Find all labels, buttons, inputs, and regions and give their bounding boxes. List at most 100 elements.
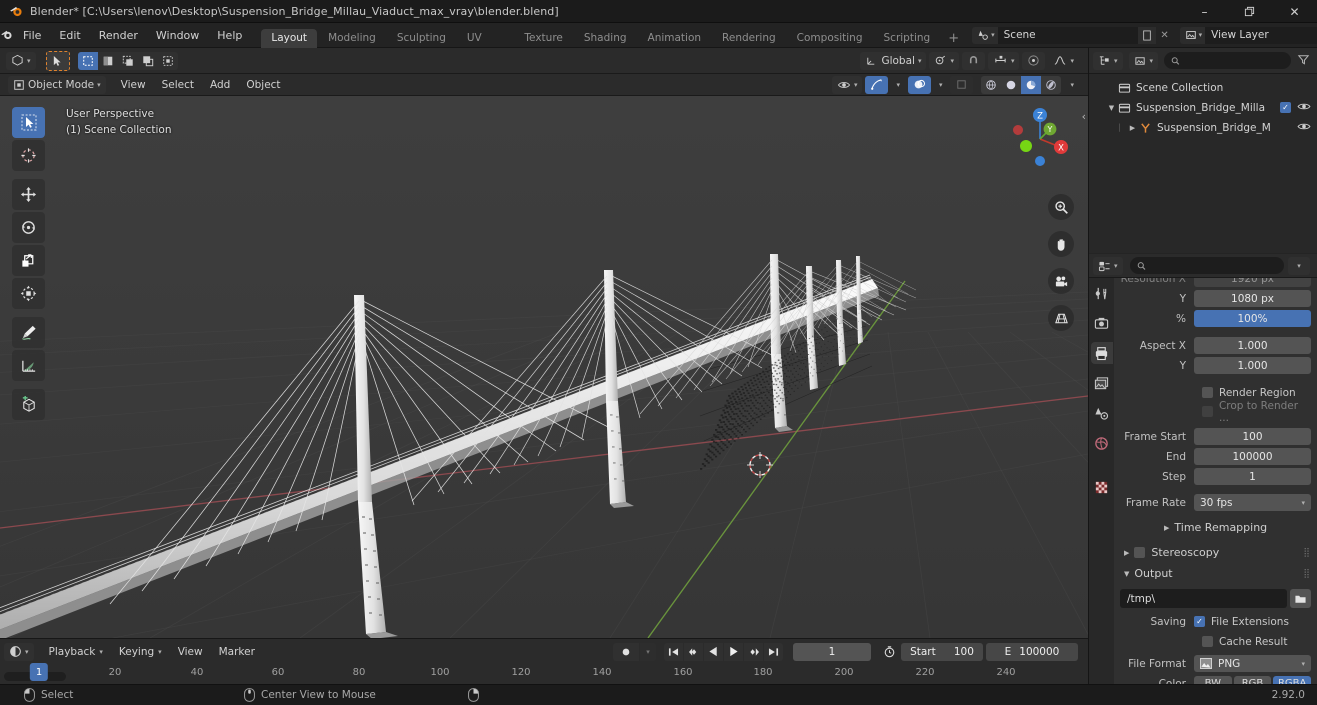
timeline-menu-marker[interactable]: Marker [211,641,263,663]
play-reverse-icon[interactable] [704,642,723,661]
select-difference-button[interactable] [137,51,158,70]
timeline-menu-playback[interactable]: Playback ▾ [41,641,111,663]
3d-viewport[interactable]: User Perspective (1) Scene Collection Z … [0,96,1088,638]
outliner-row-bridge-collection[interactable]: ▼ Suspension_Bridge_Milla ✓ [1089,98,1317,118]
frame-start-control[interactable]: Start 100 [901,642,983,661]
add-cube-tool[interactable] [12,389,45,420]
auto-keying-dropdown[interactable]: ▾ [640,642,656,661]
view-layer-name-field[interactable]: View Layer [1205,26,1317,44]
snap-toggle-button[interactable] [961,51,985,70]
transform-orientation-dropdown[interactable]: Global ▾ [860,51,927,70]
tab-animation[interactable]: Animation [638,29,712,48]
prev-keyframe-icon[interactable] [684,642,703,661]
menu-edit[interactable]: Edit [50,23,89,48]
properties-search-input[interactable] [1129,257,1284,274]
gizmo-settings-dropdown[interactable]: ▾ [891,76,905,94]
view-layer-browse-button[interactable]: ▾ [1179,26,1206,44]
grid-icon[interactable] [1048,305,1074,331]
open-folder-button[interactable] [1290,589,1311,608]
timeline-ruler[interactable]: 20 40 60 80 100 120 140 160 180 200 220 240 1 [0,663,1088,684]
play-icon[interactable] [724,642,743,661]
properties-search-field[interactable] [1149,260,1277,271]
tab-uv-editing[interactable]: UV Editing [457,29,514,63]
eye-icon[interactable] [1297,121,1311,135]
render-region-checkbox[interactable] [1202,387,1213,398]
view-layer-tab[interactable] [1091,372,1113,394]
xray-toggle-button[interactable] [950,75,974,94]
gizmo-toggle-button[interactable] [865,75,889,94]
aspect-y-field[interactable]: 1.000 [1194,357,1311,374]
current-frame-field[interactable]: 1 [793,642,871,661]
transform-tool[interactable] [12,278,45,309]
stereoscopy-checkbox[interactable] [1134,547,1146,558]
select-intersect-button[interactable] [157,51,178,70]
timeline-menu-keying[interactable]: Keying ▾ [111,641,170,663]
tab-modeling[interactable]: Modeling [318,29,386,48]
file-extensions-checkbox[interactable]: ✓ [1194,616,1205,627]
stereoscopy-section[interactable]: ▶ Stereoscopy ⣿ [1120,542,1311,563]
menu-help[interactable]: Help [208,23,251,48]
object-mode-dropdown[interactable]: Object Mode ▾ [8,75,106,94]
tab-sculpting[interactable]: Sculpting [387,29,456,48]
outliner-editor-type-button[interactable]: ▾ [1093,51,1123,70]
viewport-menu-view[interactable]: View [113,74,154,96]
output-section[interactable]: ▼ Output ⣿ [1120,563,1311,584]
tool-tab[interactable] [1091,282,1113,304]
output-tab[interactable] [1090,342,1113,364]
camera-icon[interactable] [1048,268,1074,294]
visibility-dropdown[interactable]: ▾ [831,75,863,94]
overlays-settings-dropdown[interactable]: ▾ [934,76,948,94]
outliner-row-scene-collection[interactable]: Scene Collection [1089,78,1317,98]
color-bw-button[interactable]: BW [1194,675,1232,684]
cursor-tool[interactable] [12,140,45,171]
pivot-point-dropdown[interactable]: ▾ [929,51,959,70]
view-axis-gizmo[interactable]: Z Y X [1002,101,1078,177]
scale-tool[interactable] [12,245,45,276]
select-extend-button[interactable] [97,51,118,70]
move-tool[interactable] [12,179,45,210]
timeline-editor-type-button[interactable]: ▾ [4,642,34,661]
frame-step-field[interactable]: 1 [1194,468,1311,485]
jump-end-icon[interactable] [764,642,783,661]
maximize-button[interactable] [1227,0,1272,23]
tweak-tool-indicator[interactable] [45,50,70,71]
close-button[interactable]: ✕ [1272,0,1317,23]
resolution-percent-field[interactable]: 100% [1194,310,1311,327]
color-rgb-button[interactable]: RGB [1233,675,1272,684]
select-box-button[interactable] [77,51,98,70]
frame-rate-dropdown[interactable]: 30 fps ▾ [1194,494,1311,511]
frame-end-field[interactable]: 100000 [1194,448,1311,465]
world-tab[interactable] [1091,432,1113,454]
annotate-tool[interactable] [12,317,45,348]
minimize-button[interactable]: – [1182,0,1227,23]
scene-browse-button[interactable]: ▾ [972,26,998,44]
viewport-menu-add[interactable]: Add [202,74,238,96]
texture-tab[interactable] [1091,476,1113,498]
auto-key-icon[interactable] [877,642,901,661]
properties-editor-type-button[interactable]: ▾ [1093,256,1123,275]
shading-wireframe-button[interactable] [981,75,1002,94]
scene-name-field[interactable]: Scene [997,26,1138,44]
chevron-down-icon[interactable]: ▼ [1105,104,1118,112]
outliner-row-bridge-object[interactable]: │ ▶ Suspension_Bridge_M [1089,118,1317,138]
frame-end-control[interactable]: E 100000 [986,642,1078,661]
tab-shading[interactable]: Shading [574,29,637,48]
outliner-display-mode-dropdown[interactable]: ▾ [1128,51,1159,70]
delete-scene-button[interactable]: ✕ [1156,27,1174,44]
cache-result-checkbox[interactable] [1202,636,1213,647]
select-subtract-button[interactable] [117,51,138,70]
outliner-search-field[interactable] [1183,55,1284,66]
tab-rendering[interactable]: Rendering [712,29,786,48]
viewport-menu-object[interactable]: Object [238,74,288,96]
menu-window[interactable]: Window [147,23,208,48]
editor-type-button[interactable]: ▾ [6,51,36,70]
chevron-right-icon[interactable]: ▶ [1126,124,1139,132]
color-rgba-button[interactable]: RGBA [1273,675,1312,684]
tab-scripting[interactable]: Scripting [874,29,941,48]
timeline-menu-view[interactable]: View [170,641,211,663]
shading-rendered-button[interactable] [1041,75,1062,94]
properties-options-dropdown[interactable]: ▾ [1288,256,1310,275]
tab-texture-paint[interactable]: Texture Paint [514,29,572,63]
tweak-tool[interactable] [12,107,45,138]
outliner-filter-button[interactable] [1294,51,1313,70]
